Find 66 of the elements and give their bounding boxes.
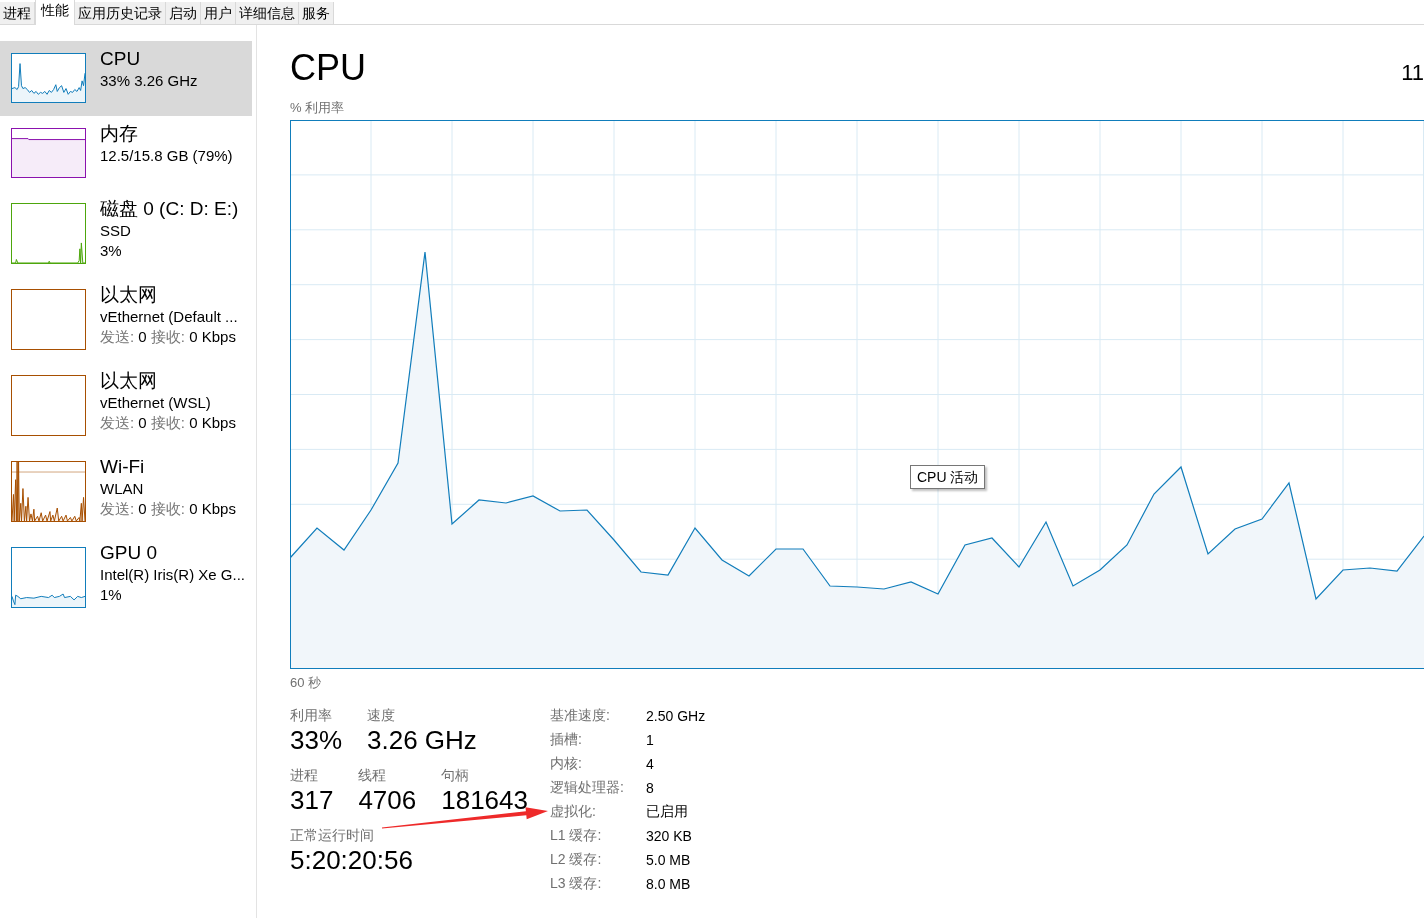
sidebar-item-detail: 3% bbox=[100, 241, 123, 261]
tab[interactable]: 用户 bbox=[201, 2, 236, 24]
sidebar-item-title: 以太网 bbox=[100, 369, 158, 393]
sidebar-item-detail: WLAN bbox=[100, 479, 145, 499]
sidebar-item-detail: Intel(R) Iris(R) Xe G... bbox=[100, 565, 245, 585]
sidebar-item[interactable]: GPU 0 Intel(R) Iris(R) Xe G... 1% bbox=[0, 535, 252, 621]
property-label: L1 缓存: bbox=[550, 827, 603, 845]
stat-label: 进程 bbox=[290, 766, 319, 784]
stat-value: 4706 bbox=[358, 784, 417, 816]
stat-label: 速度 bbox=[367, 706, 397, 724]
sidebar-item-title: 以太网 bbox=[100, 283, 158, 307]
property-value: 2.50 GHz bbox=[646, 708, 706, 724]
property-label: L3 缓存: bbox=[550, 875, 603, 893]
property-label: 内核: bbox=[550, 755, 583, 773]
network-rate-text: 发送: 0 接收: 0 Kbps bbox=[100, 499, 236, 519]
property-label: 插槽: bbox=[550, 731, 583, 749]
sidebar-item[interactable]: 以太网 vEthernet (Default ... 发送: 0 接收: 0 Kbps bbox=[0, 277, 252, 363]
property-value: 320 KB bbox=[646, 828, 693, 844]
sidebar-item-detail: 12.5/15.8 GB (79%) bbox=[100, 146, 233, 166]
property-label: L2 缓存: bbox=[550, 851, 603, 869]
property-value: 1 bbox=[646, 732, 655, 748]
sidebar-item-detail: vEthernet (WSL) bbox=[100, 393, 212, 413]
graph-tooltip: CPU 活动 bbox=[910, 465, 986, 489]
tab[interactable]: 性能 bbox=[35, 0, 75, 25]
tab[interactable]: 服务 bbox=[299, 2, 334, 24]
sidebar-item[interactable]: CPU 33% 3.26 GHz bbox=[0, 41, 252, 116]
sidebar-item-title: 磁盘 0 (C: D: E:) bbox=[100, 197, 239, 221]
sidebar-item-title: GPU 0 bbox=[100, 541, 159, 565]
sidebar-item-detail: vEthernet (Default ... bbox=[100, 307, 238, 327]
tab[interactable]: 详细信息 bbox=[236, 2, 299, 24]
graph-axis-label: % 利用率 bbox=[290, 99, 345, 117]
property-value: 已启用 bbox=[646, 803, 689, 821]
sidebar-item-detail: 33% 3.26 GHz bbox=[100, 71, 198, 91]
sidebar-item-detail: 1% bbox=[100, 585, 123, 605]
tab[interactable]: 启动 bbox=[166, 2, 201, 24]
stat-label: 利用率 bbox=[290, 706, 333, 724]
sidebar-item-title: 内存 bbox=[100, 122, 139, 146]
sidebar-item-title: CPU bbox=[100, 47, 142, 71]
sidebar-item-detail: SSD bbox=[100, 221, 132, 241]
property-label: 虚拟化: bbox=[550, 803, 597, 821]
stat-value: 3.26 GHz bbox=[367, 724, 477, 756]
property-label: 基准速度: bbox=[550, 707, 611, 725]
network-rate-text: 发送: 0 接收: 0 Kbps bbox=[100, 413, 236, 433]
stat-value: 33% bbox=[290, 724, 343, 756]
property-value: 8 bbox=[646, 780, 655, 796]
property-value: 8.0 MB bbox=[646, 876, 692, 892]
stat-label: 句柄 bbox=[441, 766, 471, 784]
stat-value: 317 bbox=[290, 784, 334, 816]
stat-value: 5:20:20:56 bbox=[290, 844, 413, 876]
tab[interactable]: 进程 bbox=[0, 2, 35, 24]
sidebar-item-title: Wi-Fi bbox=[100, 455, 146, 479]
sidebar-item[interactable]: 内存 12.5/15.8 GB (79%) bbox=[0, 116, 252, 191]
sidebar-item[interactable]: Wi-Fi WLAN 发送: 0 接收: 0 Kbps bbox=[0, 449, 252, 535]
stat-label: 正常运行时间 bbox=[290, 826, 375, 844]
property-value: 5.0 MB bbox=[646, 852, 692, 868]
property-value: 4 bbox=[646, 756, 655, 772]
property-label: 逻辑处理器: bbox=[550, 779, 625, 797]
stat-label: 线程 bbox=[358, 766, 388, 784]
sidebar-item[interactable]: 以太网 vEthernet (WSL) 发送: 0 接收: 0 Kbps bbox=[0, 363, 252, 449]
stat-value: 181643 bbox=[441, 784, 528, 816]
header-text: 11 bbox=[1401, 59, 1424, 87]
network-rate-text: 发送: 0 接收: 0 Kbps bbox=[100, 327, 237, 347]
page-title: CPU bbox=[290, 46, 366, 90]
graph-axis-label: 60 秒 bbox=[290, 674, 322, 692]
tab[interactable]: 应用历史记录 bbox=[75, 2, 166, 24]
sidebar-item[interactable]: 磁盘 0 (C: D: E:) SSD 3% bbox=[0, 191, 252, 277]
